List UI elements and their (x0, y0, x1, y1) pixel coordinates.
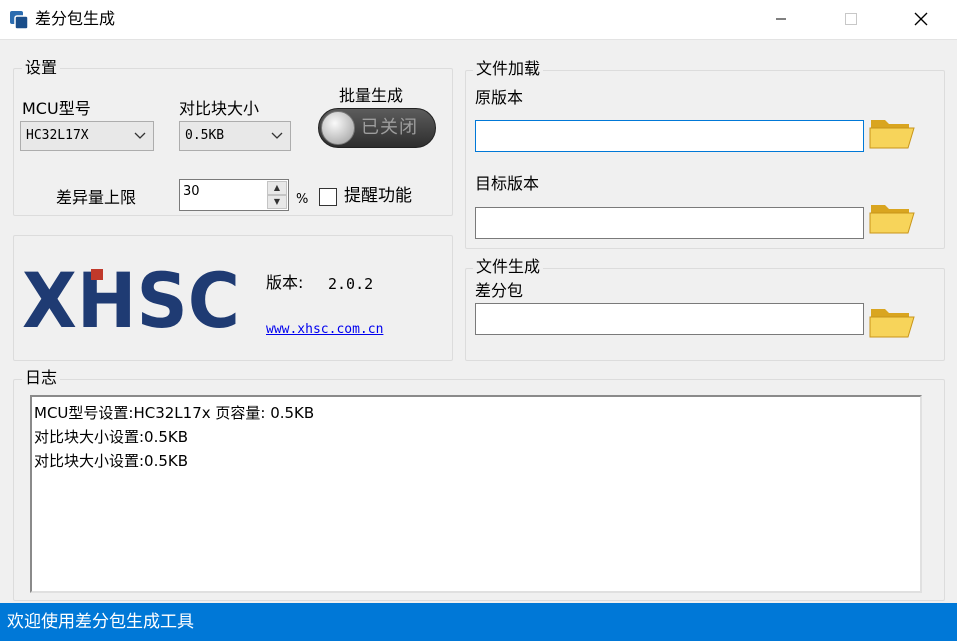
settings-legend: 设置 (22, 58, 61, 78)
website-link-wrap: www.xhsc.com.cn (266, 320, 383, 340)
block-size-select-value: 0.5KB (185, 128, 225, 143)
log-line: 对比块大小设置:0.5KB (34, 452, 189, 470)
block-size-label: 对比块大小 (179, 99, 260, 118)
app-icon (10, 11, 29, 30)
file-load-legend: 文件加载 (473, 59, 544, 79)
maximize-button[interactable] (828, 0, 874, 38)
diff-limit-label: 差异量上限 (56, 188, 137, 207)
open-folder-icon[interactable] (868, 197, 920, 237)
close-button[interactable] (898, 0, 944, 38)
log-textarea[interactable]: MCU型号设置:HC32L17x 页容量: 0.5KB 对比块大小设置:0.5K… (30, 395, 922, 593)
diff-limit-spinbox[interactable]: 30 ▲ ▼ (179, 179, 289, 211)
window-title: 差分包生成 (35, 9, 116, 28)
open-folder-icon[interactable] (868, 301, 920, 341)
log-line: 对比块大小设置:0.5KB (34, 428, 189, 446)
batch-label: 批量生成 (339, 86, 404, 105)
maximize-icon (845, 13, 857, 25)
mcu-select-value: HC32L17X (26, 128, 89, 143)
status-text: 欢迎使用差分包生成工具 (7, 612, 194, 632)
minimize-button[interactable] (758, 0, 804, 38)
mcu-label: MCU型号 (22, 99, 91, 118)
spin-down-button[interactable]: ▼ (267, 195, 287, 209)
toggle-knob (321, 111, 355, 145)
open-folder-icon[interactable] (868, 112, 920, 152)
remind-label[interactable]: 提醒功能 (344, 186, 412, 206)
diff-package-label: 差分包 (475, 281, 524, 300)
version-label: 版本: (266, 273, 304, 292)
minimize-icon (776, 18, 786, 20)
original-version-input[interactable] (475, 120, 864, 152)
xhsc-logo: XHSC (22, 267, 240, 333)
log-legend: 日志 (22, 368, 61, 388)
chevron-down-icon (271, 132, 283, 139)
close-icon (914, 12, 928, 26)
client-area: 设置 MCU型号 HC32L17X 对比块大小 0.5KB 批量生成 已关闭 差… (0, 40, 957, 603)
remind-checkbox[interactable] (319, 188, 337, 206)
svg-text:XHSC: XHSC (22, 267, 240, 333)
mcu-select[interactable]: HC32L17X (20, 121, 154, 151)
version-value: 2.0.2 (328, 275, 374, 293)
percent-sign: % (296, 192, 309, 207)
spin-up-button[interactable]: ▲ (267, 181, 287, 195)
status-bar: 欢迎使用差分包生成工具 (0, 603, 957, 641)
batch-toggle[interactable]: 已关闭 (318, 108, 436, 148)
batch-toggle-text: 已关闭 (361, 117, 418, 138)
title-bar: 差分包生成 (0, 0, 957, 40)
chevron-down-icon (134, 132, 146, 139)
target-version-input[interactable] (475, 207, 864, 239)
diff-package-input[interactable] (475, 303, 864, 335)
website-link[interactable]: www.xhsc.com.cn (266, 322, 383, 337)
block-size-select[interactable]: 0.5KB (179, 121, 291, 151)
original-version-label: 原版本 (475, 88, 524, 107)
diff-limit-value: 30 (183, 184, 200, 199)
target-version-label: 目标版本 (475, 174, 540, 193)
log-line: MCU型号设置:HC32L17x 页容量: 0.5KB (34, 404, 315, 422)
file-gen-legend: 文件生成 (473, 257, 544, 277)
